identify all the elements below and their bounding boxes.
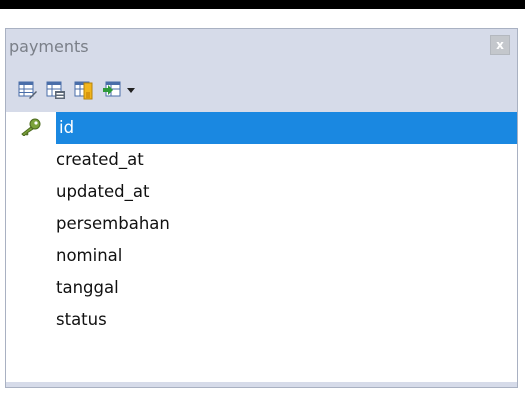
panel-title: payments — [9, 37, 89, 56]
field-list: id created_at updated_at persembahan nom… — [6, 112, 517, 382]
field-label: created_at — [56, 150, 144, 169]
field-label: updated_at — [56, 182, 150, 201]
table-insert-icon[interactable] — [102, 80, 122, 100]
field-row-nominal[interactable]: nominal — [6, 240, 517, 272]
selection-highlight — [56, 112, 517, 144]
chevron-down-icon[interactable] — [126, 80, 136, 100]
panel-toolbar — [18, 79, 136, 101]
field-label: nominal — [56, 246, 123, 265]
field-row-updated-at[interactable]: updated_at — [6, 176, 517, 208]
field-label: tanggal — [56, 278, 119, 297]
field-row-status[interactable]: status — [6, 304, 517, 336]
field-label: status — [56, 310, 107, 329]
field-row-id[interactable]: id — [6, 112, 517, 144]
table-properties-icon[interactable] — [46, 80, 66, 100]
field-row-persembahan[interactable]: persembahan — [6, 208, 517, 240]
field-row-created-at[interactable]: created_at — [6, 144, 517, 176]
field-label: persembahan — [56, 214, 170, 233]
table-edit-icon[interactable] — [18, 80, 38, 100]
top-border-gap — [0, 9, 525, 12]
table-panel: payments x id created_at updated_at pers… — [5, 28, 518, 388]
field-row-tanggal[interactable]: tanggal — [6, 272, 517, 304]
top-border — [0, 0, 525, 9]
close-button[interactable]: x — [490, 35, 510, 55]
field-label: id — [59, 118, 75, 137]
primary-key-icon — [21, 118, 41, 136]
table-key-icon[interactable] — [74, 80, 94, 100]
